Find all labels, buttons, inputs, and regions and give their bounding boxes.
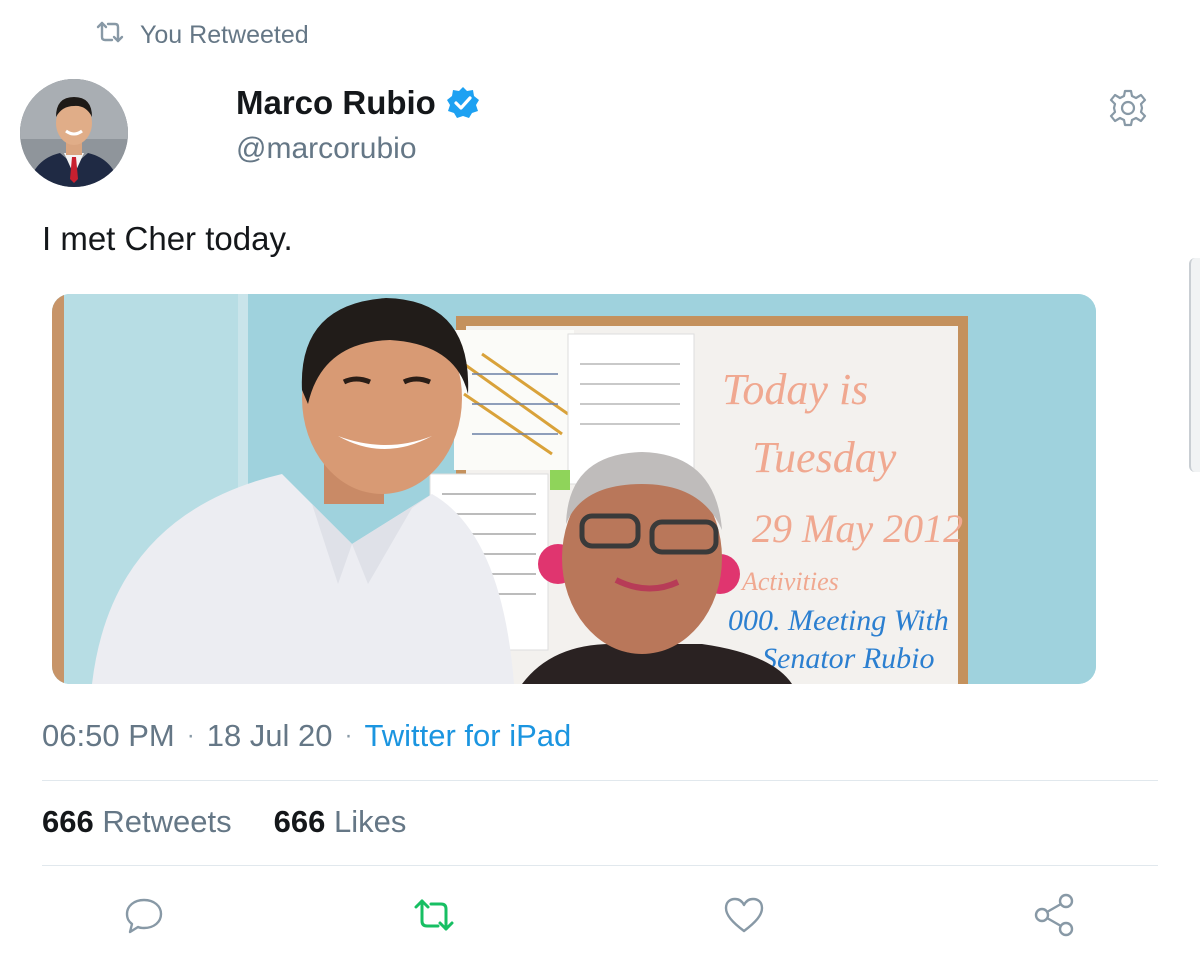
gear-icon[interactable] [1108,88,1148,128]
verified-badge-icon [446,86,480,120]
reply-icon[interactable] [122,893,166,937]
retweet-icon [94,18,126,53]
avatar[interactable] [20,79,128,187]
likes-label: Likes [333,804,407,839]
retweets-stat[interactable]: 666 Retweets [42,804,232,840]
board-line-5: 000. Meeting With [728,604,949,637]
tweet-text: I met Cher today. [42,220,293,257]
retweet-banner: You Retweeted [94,18,309,53]
divider [42,780,1158,781]
share-icon[interactable] [1032,893,1076,937]
tweet-stats: 666 Retweets 666 Likes [42,804,406,840]
tweet-photo[interactable]: Today is Tuesday 29 May 2012 Activities … [52,294,1096,684]
meta-separator: · [186,722,195,749]
author-name-row[interactable]: Marco Rubio [236,84,480,122]
tweet-time[interactable]: 06:50 PM [42,718,175,754]
tweet-source-link[interactable]: Twitter for iPad [365,718,572,754]
tweet-date[interactable]: 18 Jul 20 [207,718,333,754]
board-line-2: Tuesday [752,433,897,482]
likes-count: 666 [273,804,326,839]
board-line-4: Activities [740,567,839,596]
author-handle[interactable]: @marcorubio [236,132,417,166]
board-line-6: Senator Rubio [762,642,935,675]
likes-stat[interactable]: 666 Likes [274,804,407,840]
tweet-detail-view: You Retweeted Marco Rubio @marcorubio I … [0,0,1200,974]
tweet-action-bar [0,893,1200,937]
like-icon[interactable] [722,893,766,937]
retweets-label: Retweets [102,804,232,839]
board-line-3: 29 May 2012 [752,506,963,551]
retweet-button-icon[interactable] [412,893,456,937]
meta-separator: · [344,722,353,749]
divider [42,865,1158,866]
scrollbar-handle[interactable] [1189,258,1200,472]
tweet-meta: 06:50 PM · 18 Jul 20 · Twitter for iPad [42,718,571,754]
retweets-count: 666 [42,804,94,839]
board-line-1: Today is [722,365,868,414]
author-display-name[interactable]: Marco Rubio [236,84,436,122]
retweet-banner-text: You Retweeted [140,21,309,49]
